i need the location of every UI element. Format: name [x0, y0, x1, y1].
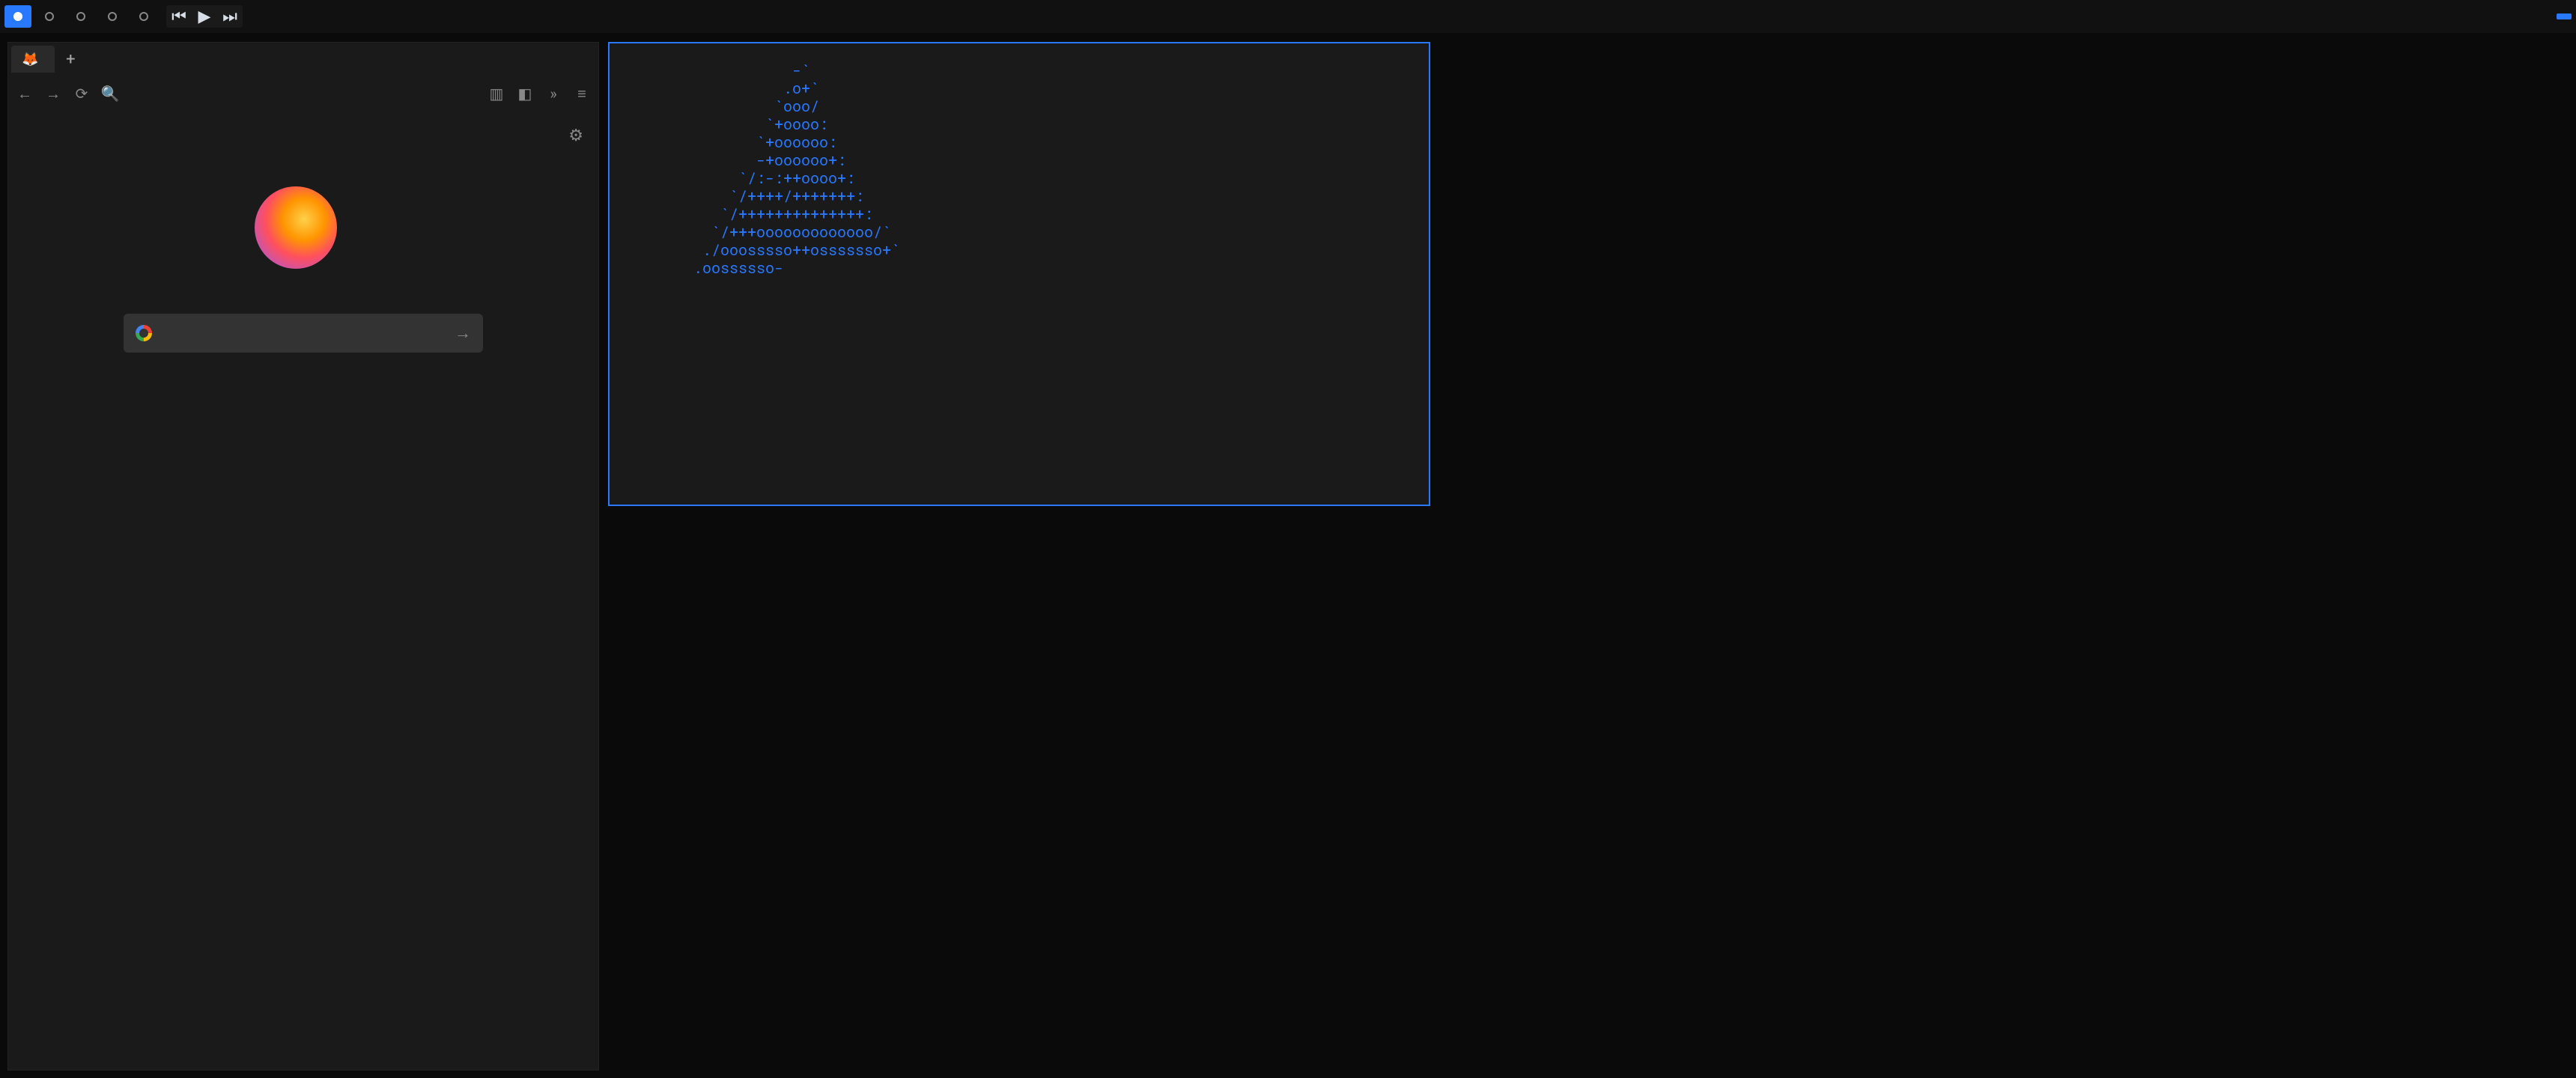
neofetch-ascii-logo: -` .o+` `ooo/ `+oooo: `+oooooo: -+oooooo… — [631, 61, 900, 277]
media-prev-button[interactable]: ⏮ — [166, 5, 192, 28]
taskbar-clock — [2557, 13, 2572, 19]
workspace-2[interactable] — [36, 5, 63, 28]
forward-button[interactable]: → — [43, 85, 64, 103]
search-arrow-icon[interactable]: → — [455, 323, 471, 343]
url-bar[interactable] — [128, 86, 479, 102]
workspace-1[interactable] — [4, 5, 31, 28]
menu-button[interactable]: ≡ — [571, 85, 592, 103]
overflow-button[interactable]: » — [543, 85, 564, 103]
new-tab-button[interactable]: + — [58, 46, 83, 72]
search-icon: 🔍 — [100, 85, 121, 103]
workspace-5[interactable] — [130, 5, 157, 28]
homepage-search-input[interactable] — [162, 325, 444, 342]
firefox-favicon-icon: 🦊 — [22, 52, 38, 67]
google-icon — [136, 325, 152, 341]
reload-button[interactable]: ⟳ — [71, 85, 92, 103]
workspace-4[interactable] — [99, 5, 126, 28]
taskbar: ⏮ ▶ ⏭ — [0, 0, 2576, 33]
firefox-window: 🦊 + ← → ⟳ 🔍 ▥ ◧ » ≡ ⚙ → — [7, 42, 599, 1071]
library-button[interactable]: ▥ — [486, 85, 507, 103]
firefox-logo — [255, 186, 352, 269]
firefox-logo-icon — [255, 186, 337, 269]
workspace-3[interactable] — [67, 5, 94, 28]
media-play-button[interactable]: ▶ — [192, 5, 217, 28]
customize-gear-icon[interactable]: ⚙ — [568, 127, 583, 145]
homepage-search[interactable]: → — [124, 314, 483, 353]
firefox-tab-bar: 🦊 + — [8, 43, 598, 76]
firefox-tab[interactable]: 🦊 — [11, 46, 55, 73]
firefox-toolbar: ← → ⟳ 🔍 ▥ ◧ » ≡ — [8, 76, 598, 112]
terminal-neofetch[interactable]: -` .o+` `ooo/ `+oooo: `+oooooo: -+oooooo… — [608, 42, 1430, 506]
media-next-button[interactable]: ⏭ — [217, 5, 243, 28]
back-button[interactable]: ← — [14, 85, 35, 103]
firefox-content: ⚙ → — [8, 112, 598, 1070]
media-controls: ⏮ ▶ ⏭ — [166, 5, 243, 28]
sidebar-button[interactable]: ◧ — [514, 85, 535, 103]
